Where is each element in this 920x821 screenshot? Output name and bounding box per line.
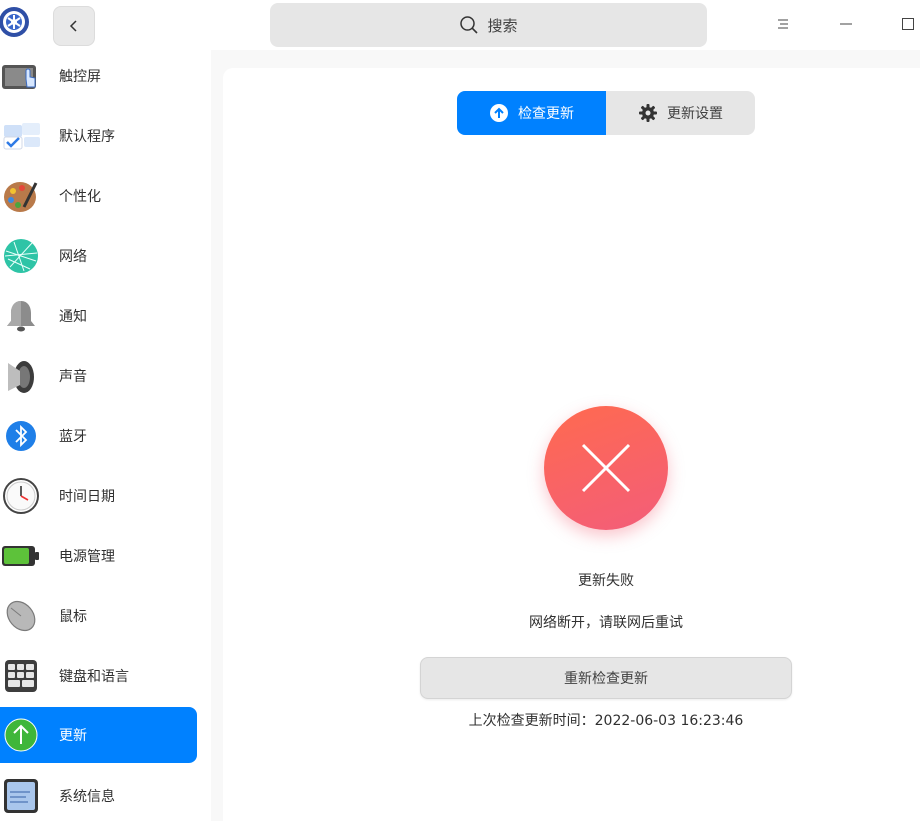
search-icon: [459, 15, 479, 35]
keyboard-icon: [2, 657, 40, 695]
sidebar-item-label: 鼠标: [59, 609, 87, 625]
sidebar-item-sound[interactable]: 声音: [0, 348, 197, 404]
sidebar-item-mouse[interactable]: 鼠标: [0, 588, 197, 644]
retry-check-button[interactable]: 重新检查更新: [420, 657, 792, 699]
palette-icon: [2, 177, 40, 215]
sidebar-item-label: 更新: [59, 728, 87, 744]
sidebar-item-label: 键盘和语言: [59, 669, 129, 685]
sidebar-item-power[interactable]: 电源管理: [0, 528, 197, 584]
status-title: 更新失败: [578, 573, 634, 589]
search-input[interactable]: 搜索: [270, 3, 707, 47]
sidebar-item-default-apps[interactable]: 默认程序: [0, 108, 197, 164]
sidebar-item-label: 通知: [59, 309, 87, 325]
battery-icon: [2, 537, 40, 575]
sidebar-item-label: 蓝牙: [59, 429, 87, 445]
sidebar-item-touchscreen[interactable]: 触控屏: [0, 50, 197, 104]
sidebar-item-label: 网络: [59, 249, 87, 265]
chevron-left-icon: [68, 19, 80, 33]
sidebar-item-keyboard[interactable]: 键盘和语言: [0, 648, 197, 704]
update-tabs: 检查更新 更新设置: [457, 91, 755, 135]
sidebar-item-personalization[interactable]: 个性化: [0, 168, 197, 224]
touchscreen-icon: [2, 57, 40, 95]
control-center-logo: [0, 6, 30, 38]
sidebar-item-system-info[interactable]: 系统信息: [0, 768, 197, 821]
sidebar-item-label: 时间日期: [59, 489, 115, 505]
bell-icon: [2, 297, 40, 335]
sidebar-item-bluetooth[interactable]: 蓝牙: [0, 408, 197, 464]
update-arrow-icon: [2, 716, 40, 754]
tab-update-settings[interactable]: 更新设置: [606, 91, 755, 135]
last-check-time: 上次检查更新时间：2022-06-03 16:23:46: [468, 713, 744, 729]
network-globe-icon: [2, 237, 40, 275]
sidebar-item-label: 个性化: [59, 189, 101, 205]
maximize-button[interactable]: [896, 12, 920, 36]
tab-label: 更新设置: [667, 106, 723, 122]
gear-icon: [638, 103, 658, 123]
search-placeholder: 搜索: [487, 16, 518, 35]
sidebar-item-update[interactable]: 更新: [0, 707, 197, 763]
sidebar-item-network[interactable]: 网络: [0, 228, 197, 284]
retry-button-label: 重新检查更新: [564, 671, 648, 687]
system-info-icon: [2, 777, 40, 815]
menu-icon: [776, 17, 790, 31]
sidebar-item-label: 默认程序: [59, 129, 115, 145]
clock-icon: [2, 477, 40, 515]
sidebar-item-label: 电源管理: [59, 549, 115, 565]
status-message: 网络断开，请联网后重试: [529, 615, 683, 631]
sidebar-item-notification[interactable]: 通知: [0, 288, 197, 344]
bluetooth-icon: [2, 417, 40, 455]
upload-circle-icon: [489, 103, 509, 123]
tab-label: 检查更新: [518, 106, 574, 122]
sidebar-item-label: 声音: [59, 369, 87, 385]
sidebar-item-label: 系统信息: [59, 789, 115, 805]
update-panel: 检查更新 更新设置 更新失败 网络断开，请联网后重试 重新检查更新 上次检查更新…: [223, 68, 920, 821]
maximize-icon: [901, 17, 915, 31]
sidebar: 触控屏 默认程序 个性化 网络 通知 声音 蓝牙 时间日期 电源管理 鼠标 键盘…: [0, 50, 211, 821]
minimize-button[interactable]: [834, 12, 858, 36]
sidebar-item-label: 触控屏: [59, 69, 101, 85]
speaker-icon: [2, 357, 40, 395]
error-x-icon: [544, 406, 668, 530]
title-bar: 搜索: [0, 0, 920, 50]
minimize-icon: [839, 17, 853, 31]
mouse-icon: [2, 597, 40, 635]
default-apps-icon: [2, 117, 40, 155]
tab-check-update[interactable]: 检查更新: [457, 91, 606, 135]
back-button[interactable]: [53, 6, 95, 46]
sidebar-item-datetime[interactable]: 时间日期: [0, 468, 197, 524]
menu-button[interactable]: [771, 12, 795, 36]
